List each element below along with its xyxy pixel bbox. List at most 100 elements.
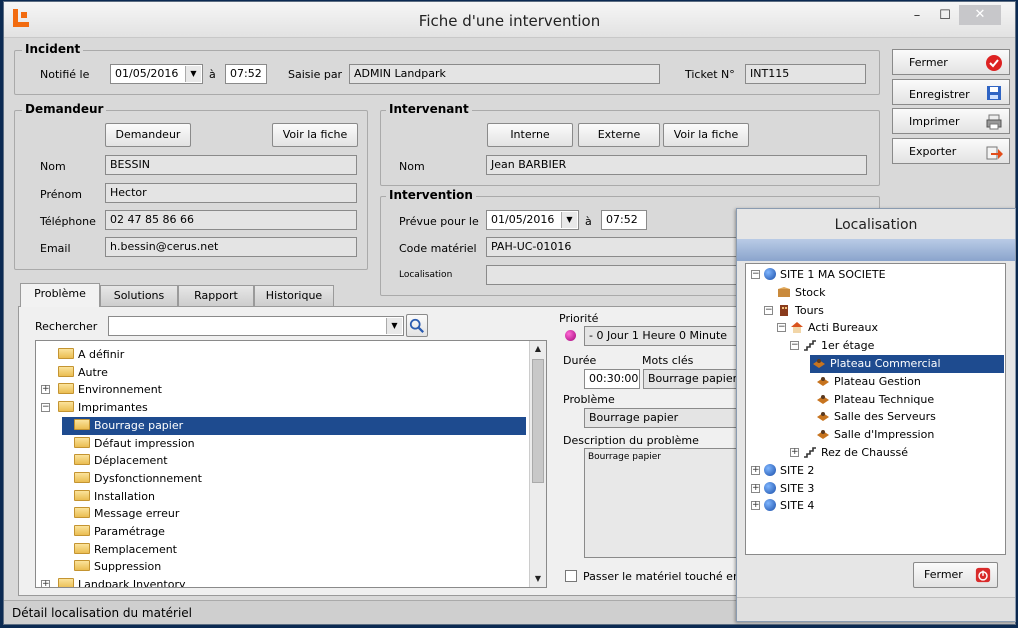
planned-time-input[interactable]: 07:52	[601, 210, 647, 230]
tree-node[interactable]: − Imprimantes	[36, 399, 526, 417]
tree-node[interactable]: Suppression	[62, 558, 526, 576]
tree-expander-icon[interactable]: −	[751, 270, 760, 279]
chevron-down-icon[interactable]: ▼	[561, 212, 577, 228]
planned-at-label: à	[585, 215, 592, 228]
tab-solutions[interactable]: Solutions	[100, 285, 178, 306]
tab-probleme[interactable]: Problème	[20, 283, 100, 307]
tree-node[interactable]: Défaut impression	[62, 435, 526, 453]
location-tree-node[interactable]: + Rez de Chaussé	[789, 444, 1004, 462]
print-button[interactable]: Imprimer	[892, 108, 1010, 134]
location-field[interactable]	[486, 265, 746, 285]
planned-date-combo[interactable]: 01/05/2016 ▼	[486, 210, 579, 230]
tab-historique[interactable]: Historique	[254, 285, 334, 306]
chevron-down-icon[interactable]: ▼	[185, 66, 201, 82]
location-tree-node[interactable]: − Acti Bureaux	[776, 319, 1004, 337]
tree-node[interactable]: Déplacement	[62, 452, 526, 470]
minimize-button[interactable]: –	[903, 6, 931, 26]
problem-tree-scrollbar[interactable]: ▲ ▼	[529, 341, 546, 587]
external-button[interactable]: Externe	[578, 123, 660, 147]
chevron-down-icon[interactable]: ▼	[386, 318, 402, 334]
duration-input[interactable]: 00:30:00	[584, 369, 640, 389]
scroll-up-icon[interactable]: ▲	[530, 341, 546, 357]
tree-expander-icon[interactable]: +	[41, 385, 50, 395]
location-tree-node[interactable]: − 1er étage	[789, 337, 1004, 355]
location-tree-node[interactable]: − SITE 1 MA SOCIETE	[750, 266, 1004, 284]
tree-expander-icon[interactable]: −	[790, 341, 799, 351]
tree-expander-icon[interactable]: −	[777, 323, 786, 333]
location-tree-node[interactable]: Plateau Technique	[802, 391, 1004, 409]
tree-node[interactable]: Remplacement	[62, 541, 526, 559]
requester-email-field[interactable]: h.bessin@cerus.net	[105, 237, 357, 257]
scroll-thumb[interactable]	[532, 359, 544, 483]
tree-expander-icon[interactable]: −	[764, 305, 773, 315]
location-node-icon	[764, 481, 780, 495]
description-textarea[interactable]: Bourrage papier	[584, 448, 744, 558]
location-node-icon	[777, 304, 795, 317]
office-desk-icon	[817, 430, 829, 440]
internal-button[interactable]: Interne	[487, 123, 573, 147]
technician-name-field[interactable]: Jean BARBIER	[486, 155, 867, 175]
location-tree-node[interactable]: Plateau Gestion	[802, 373, 1004, 391]
requester-phone-field[interactable]: 02 47 85 86 66	[105, 210, 357, 230]
problem-field[interactable]: Bourrage papier	[584, 408, 744, 428]
entered-by-field[interactable]: ADMIN Landpark	[349, 64, 660, 84]
tree-node[interactable]: A définir	[36, 346, 526, 364]
location-tree-node[interactable]: Salle des Serveurs	[802, 408, 1004, 426]
folder-icon	[74, 525, 90, 536]
keywords-field[interactable]: Bourrage papier	[643, 369, 744, 389]
maximize-button[interactable]: ☐	[931, 6, 959, 26]
window-title: Fiche d'une intervention	[418, 12, 601, 30]
search-combo[interactable]: ▼	[108, 316, 404, 336]
priority-field[interactable]: - 0 Jour 1 Heure 0 Minute	[584, 326, 744, 346]
tree-expander-icon[interactable]: +	[751, 483, 760, 493]
tree-node[interactable]: Message erreur	[62, 505, 526, 523]
tree-expander-icon[interactable]: +	[790, 448, 799, 457]
export-label: Exporter	[909, 145, 957, 158]
requester-firstname-field[interactable]: Hector	[105, 183, 357, 203]
globe-icon	[764, 499, 776, 512]
save-button[interactable]: Enregistrer	[892, 79, 1010, 105]
scroll-down-icon[interactable]: ▼	[530, 571, 546, 587]
location-tree-node[interactable]: + SITE 4	[750, 497, 1004, 515]
location-tree-node[interactable]: Stock	[763, 284, 1004, 302]
location-tree-node[interactable]: − Tours	[763, 302, 1004, 320]
tree-node[interactable]: Bourrage papier	[62, 416, 526, 435]
notified-time-input[interactable]: 07:52	[225, 64, 267, 84]
localisation-close-button[interactable]: Fermer	[913, 562, 998, 588]
notified-date-value: 01/05/2016	[115, 67, 179, 80]
close-form-button[interactable]: Fermer	[892, 49, 1010, 75]
folder-icon	[58, 383, 74, 395]
tab-rapport[interactable]: Rapport	[178, 285, 254, 306]
tree-expander-icon[interactable]: +	[41, 580, 50, 587]
technician-view-button[interactable]: Voir la fiche	[663, 123, 749, 147]
location-tree[interactable]: − SITE 1 MA SOCIETE Stock − Tours − Acti Burea…	[745, 263, 1006, 555]
tree-expander-icon[interactable]: −	[41, 403, 50, 413]
location-node-icon	[764, 463, 780, 477]
location-tree-node[interactable]: Salle d'Impression	[802, 426, 1004, 444]
requester-name-field[interactable]: BESSIN	[105, 155, 357, 175]
tree-node[interactable]: + Environnement	[36, 381, 526, 399]
tree-node[interactable]: Autre	[36, 364, 526, 382]
tree-node[interactable]: Paramétrage	[62, 523, 526, 541]
location-tree-node[interactable]: + SITE 2	[750, 462, 1004, 480]
tree-node[interactable]: Dysfonctionnement	[62, 470, 526, 488]
equipment-field[interactable]: PAH-UC-01016	[486, 237, 746, 257]
status-text: Détail localisation du matériel	[12, 606, 193, 620]
requester-view-button[interactable]: Voir la fiche	[272, 123, 358, 147]
globe-icon	[764, 481, 776, 494]
close-window-button[interactable]: ✕	[959, 5, 1001, 25]
entered-by-label: Saisie par	[288, 68, 343, 81]
search-button[interactable]	[406, 314, 428, 337]
tree-expander-icon[interactable]: +	[751, 501, 760, 511]
requester-button[interactable]: Demandeur	[105, 123, 191, 147]
tree-node[interactable]: Installation	[62, 488, 526, 506]
tree-node[interactable]: + Landpark Inventory	[36, 576, 526, 587]
export-button[interactable]: Exporter	[892, 138, 1010, 164]
location-tree-node[interactable]: Plateau Commercial	[810, 355, 1004, 373]
notified-date-combo[interactable]: 01/05/2016 ▼	[110, 64, 203, 84]
ticket-field[interactable]: INT115	[745, 64, 866, 84]
problem-tree[interactable]: A définir Autre + Environnement − Imprimantes…	[35, 340, 547, 588]
equipment-checkbox[interactable]	[565, 570, 577, 582]
tree-expander-icon[interactable]: +	[751, 465, 760, 475]
location-tree-node[interactable]: + SITE 3	[750, 480, 1004, 498]
